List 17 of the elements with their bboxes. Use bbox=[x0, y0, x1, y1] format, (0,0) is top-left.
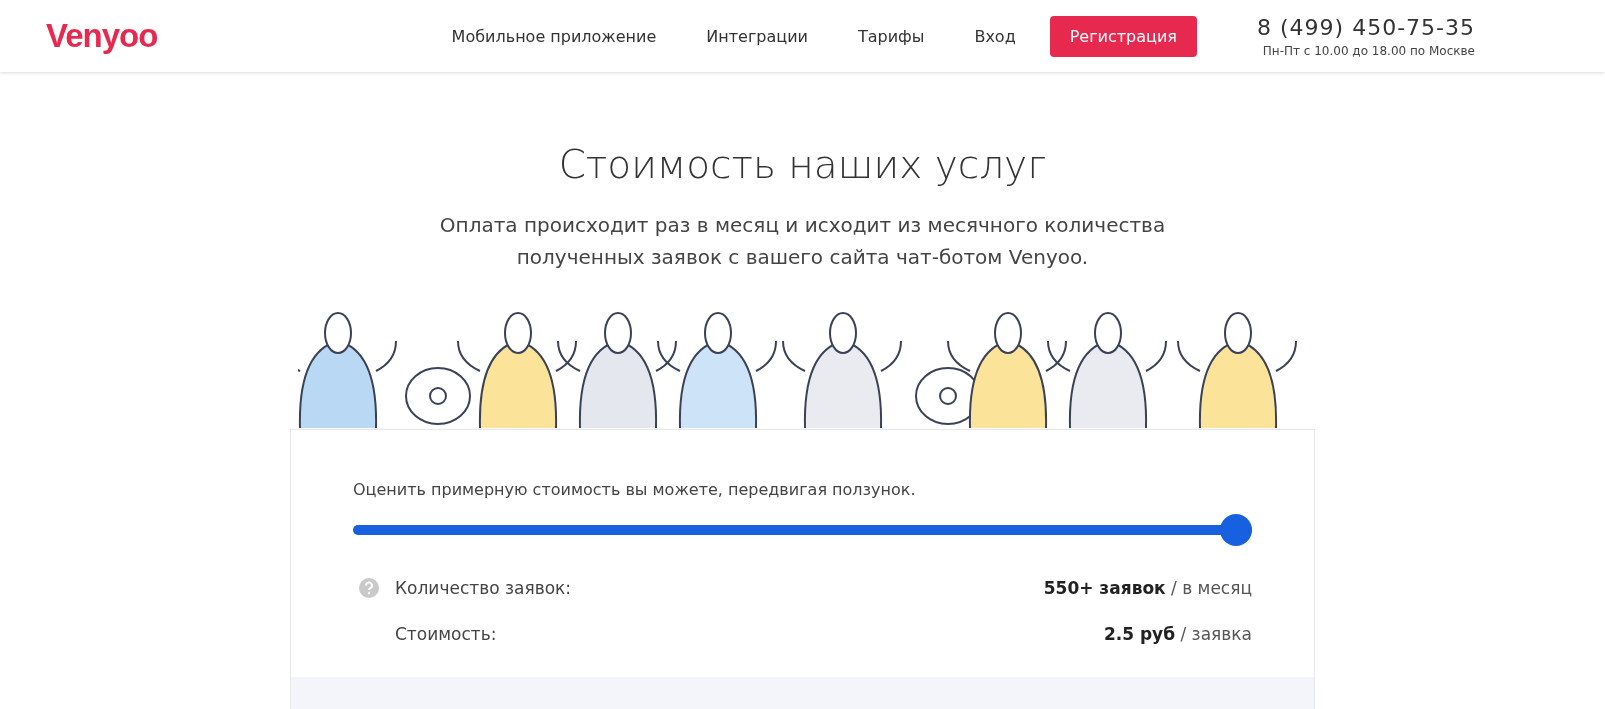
page-subtitle: Оплата происходит раз в месяц и исходит из месячного количества полученных заявок с вашего сайта чат-ботом Venyoo. bbox=[438, 212, 1167, 271]
row-label: Количество заявок: bbox=[395, 578, 572, 598]
row-value: 2.5 руб / заявка bbox=[1103, 624, 1252, 644]
page-title: Стоимость наших услуг bbox=[558, 142, 1047, 187]
working-hours: Пн-Пт с 10.00 до 18.00 по Москве bbox=[1262, 43, 1475, 58]
phone-number: 8 (499) 450-75-35 bbox=[1257, 14, 1475, 40]
nav-link[interactable]: Интеграции bbox=[706, 26, 808, 46]
nav-link[interactable]: Тарифы bbox=[857, 26, 925, 46]
nav-link[interactable]: Вход bbox=[974, 26, 1016, 46]
slider-thumb[interactable] bbox=[1220, 514, 1252, 546]
register-button[interactable]: Регистрация bbox=[1049, 15, 1197, 57]
logo[interactable]: Venyoo bbox=[46, 17, 158, 55]
row-value: 550+ заявок / в месяц bbox=[1043, 578, 1252, 598]
nav-link[interactable]: Мобильное приложение bbox=[451, 26, 657, 46]
price-slider[interactable] bbox=[353, 514, 1252, 546]
slider-hint: Оценить примерную стоимость вы можете, передвигая ползунок. bbox=[353, 480, 917, 499]
row-label: Стоимость: bbox=[395, 624, 497, 644]
